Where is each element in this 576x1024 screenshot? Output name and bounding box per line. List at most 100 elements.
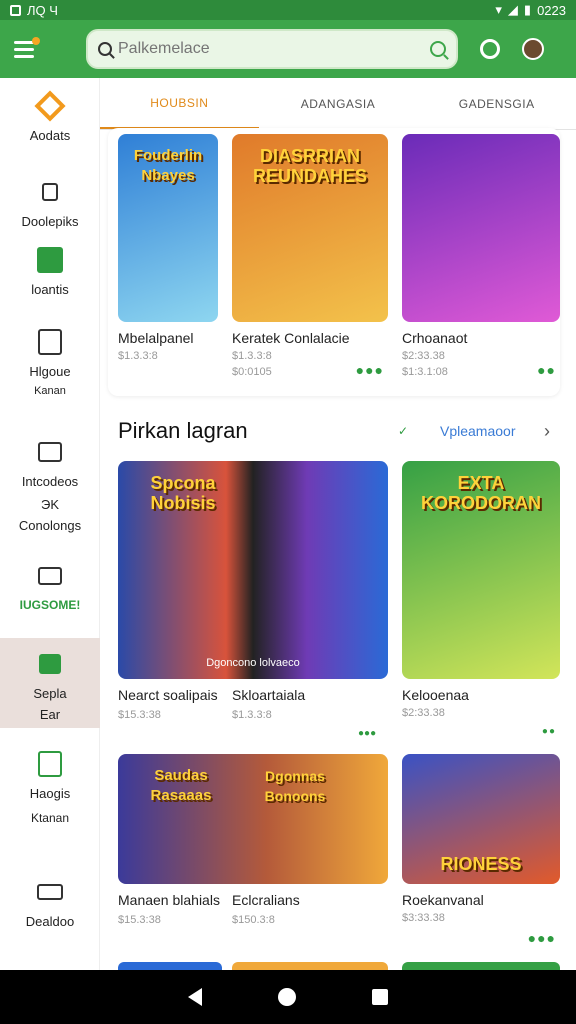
sidebar-item-label: IUGSOME!	[19, 598, 81, 612]
folder-icon	[38, 442, 62, 462]
game-price: $2:33.38	[402, 350, 445, 362]
wifi-icon: ▾	[495, 2, 502, 17]
tab-bar: HOUBSIN ADANGASIA GADENSGIA	[100, 78, 576, 130]
thumbnail-art-text: RIONESS	[440, 854, 522, 874]
game-title: Nearct soalipais	[118, 687, 218, 703]
more-icon[interactable]: ●●●	[528, 930, 556, 946]
game-thumbnail	[402, 134, 560, 322]
status-bar: ЛQ Ч ▾ ◢ ▮ 0223	[0, 0, 576, 20]
game-title: Roekanvanal	[402, 892, 484, 908]
sidebar-item-haogis[interactable]: Haogis Ktanan	[0, 750, 100, 825]
see-more-link[interactable]: Vpleamaoor	[440, 423, 516, 439]
game-title: Eclcralians	[232, 892, 300, 908]
sidebar-item-hlgoue[interactable]: Hlgoue Kanan	[0, 328, 100, 397]
chevron-right-icon[interactable]: ›	[544, 421, 550, 442]
tab-1[interactable]: HOUBSIN	[100, 78, 259, 129]
sidebar-item-sub: Ktanan	[30, 811, 70, 825]
section-title: Pirkan lagran	[118, 418, 248, 443]
game-thumbnail: Saudas Rasaaas Dgonnas Bonoons	[118, 754, 388, 884]
sidebar-item-label: Intcodeos	[21, 474, 79, 489]
search-icon	[98, 42, 112, 56]
more-icon[interactable]: ●●●	[356, 362, 384, 378]
game-price: $15.3:38	[118, 914, 161, 926]
game-price: $1.3.3:8	[118, 350, 158, 362]
sidebar-item-label: Sepla	[33, 686, 67, 701]
sidebar-item-intcodeos[interactable]: Intcodeos ЭK Conolongs	[0, 438, 100, 533]
notification-icon	[10, 4, 21, 16]
game-thumbnail: Fouderlin Nbayes	[118, 134, 218, 322]
game-price: $1.3.3:8	[232, 709, 272, 721]
game-title: Skloartaiala	[232, 687, 306, 703]
game-card-wide[interactable]: Saudas Rasaaas Dgonnas Bonoons	[118, 754, 388, 884]
sidebar-item-label: Haogis	[29, 786, 71, 801]
sidebar-item-sub-icon: ЭK	[40, 497, 59, 512]
sidebar-item-sub: Conolongs	[18, 518, 82, 533]
app-bar	[0, 20, 576, 78]
sidebar-item-sepla[interactable]: Sepla Ear	[0, 638, 100, 728]
game-card[interactable]: RIONESS Roekanvanal $3:33.38 ●●●	[402, 754, 560, 946]
game-title: Manaen blahials	[118, 892, 220, 908]
game-thumbnail: RIONESS	[402, 754, 560, 884]
game-card[interactable]: DIASRRIAN REUNDAHES Keratek Conlalacie $…	[232, 134, 388, 378]
sidebar: Aodats Doolepiks loantis Hlgoue Kanan In…	[0, 78, 100, 970]
sidebar-item-iugsome[interactable]: IUGSOME!	[0, 562, 100, 612]
home-icon	[39, 654, 61, 674]
thumbnail-art-text: EXTA KORODORAN	[421, 473, 541, 513]
thumbnail-art-text: Fouderlin Nbayes	[133, 147, 203, 184]
card-icon	[38, 567, 62, 585]
system-nav-bar	[0, 970, 576, 1024]
lens-icon[interactable]	[430, 41, 446, 57]
toolbox-icon	[37, 884, 63, 900]
tab-2[interactable]: ADANGASIA	[259, 78, 418, 129]
sidebar-item-loantis[interactable]: loantis	[0, 246, 100, 297]
menu-icon[interactable]	[14, 37, 40, 59]
sidebar-item-doolepiks[interactable]: Doolepiks	[0, 178, 100, 229]
game-title: Keratek Conlalacie	[232, 330, 350, 346]
game-price: $150.3:8	[232, 914, 275, 926]
game-title: Mbelalpanel	[118, 330, 194, 346]
tab-3[interactable]: GADENSGIA	[417, 78, 576, 129]
game-thumbnail-peek	[232, 962, 388, 970]
status-time: 0223	[537, 2, 566, 18]
game-card[interactable]: EXTA KORODORAN Kelooenaa $2:33.38 ●●	[402, 461, 560, 737]
game-thumbnail-peek	[118, 962, 222, 970]
settings-icon[interactable]	[480, 39, 500, 59]
document-icon	[38, 329, 62, 355]
game-card[interactable]: Crhoanaot $2:33.38 $1:3.1:08 ●●	[402, 134, 560, 378]
sidebar-item-sub: Ear	[39, 707, 61, 722]
home-button-icon[interactable]	[278, 988, 296, 1006]
avatar[interactable]	[522, 38, 544, 60]
thumbnail-art-text: Spcona Nobisis	[150, 473, 216, 513]
more-icon[interactable]: ●●	[537, 362, 556, 378]
game-price: $15.3:38	[118, 709, 161, 721]
diamond-icon	[34, 90, 66, 122]
game-thumbnail: Spcona Nobisis Dgoncono lolvaeco	[118, 461, 388, 679]
game-title: Crhoanaot	[402, 330, 468, 346]
calendar-icon	[38, 751, 62, 777]
game-thumbnail-peek	[402, 962, 560, 970]
search-bar[interactable]	[86, 29, 458, 69]
game-title: Kelooenaa	[402, 687, 469, 703]
search-input[interactable]	[118, 40, 430, 58]
recents-icon[interactable]	[372, 989, 388, 1005]
game-thumbnail: EXTA KORODORAN	[402, 461, 560, 679]
back-icon[interactable]	[188, 988, 202, 1006]
game-price: $2:33.38	[402, 707, 445, 719]
thumbnail-caption: Dgoncono lolvaeco	[206, 657, 300, 669]
sidebar-item-dealdoo[interactable]: Dealdoo	[0, 878, 100, 929]
chart-icon	[37, 247, 63, 273]
game-card[interactable]: Fouderlin Nbayes Mbelalpanel $1.3.3:8	[118, 134, 218, 362]
chevron-down-icon[interactable]: ✓	[398, 424, 408, 438]
more-icon[interactable]: ●●●	[358, 728, 376, 739]
thumbnail-art-text: Dgonnas Bonoons	[264, 768, 326, 804]
sidebar-item-label: Aodats	[29, 128, 71, 143]
thumbnail-art-text: DIASRRIAN REUNDAHES	[252, 146, 367, 186]
sidebar-item-label: Doolepiks	[21, 214, 79, 229]
building-icon	[42, 183, 58, 201]
game-card-wide[interactable]: Spcona Nobisis Dgoncono lolvaeco	[118, 461, 388, 679]
signal-icon: ◢	[507, 2, 518, 17]
sidebar-item-aodats[interactable]: Aodats	[0, 90, 100, 143]
more-icon[interactable]: ●●	[542, 726, 556, 737]
game-price: $1.3.3:8	[232, 350, 272, 362]
sidebar-item-label: Hlgoue	[29, 364, 71, 379]
